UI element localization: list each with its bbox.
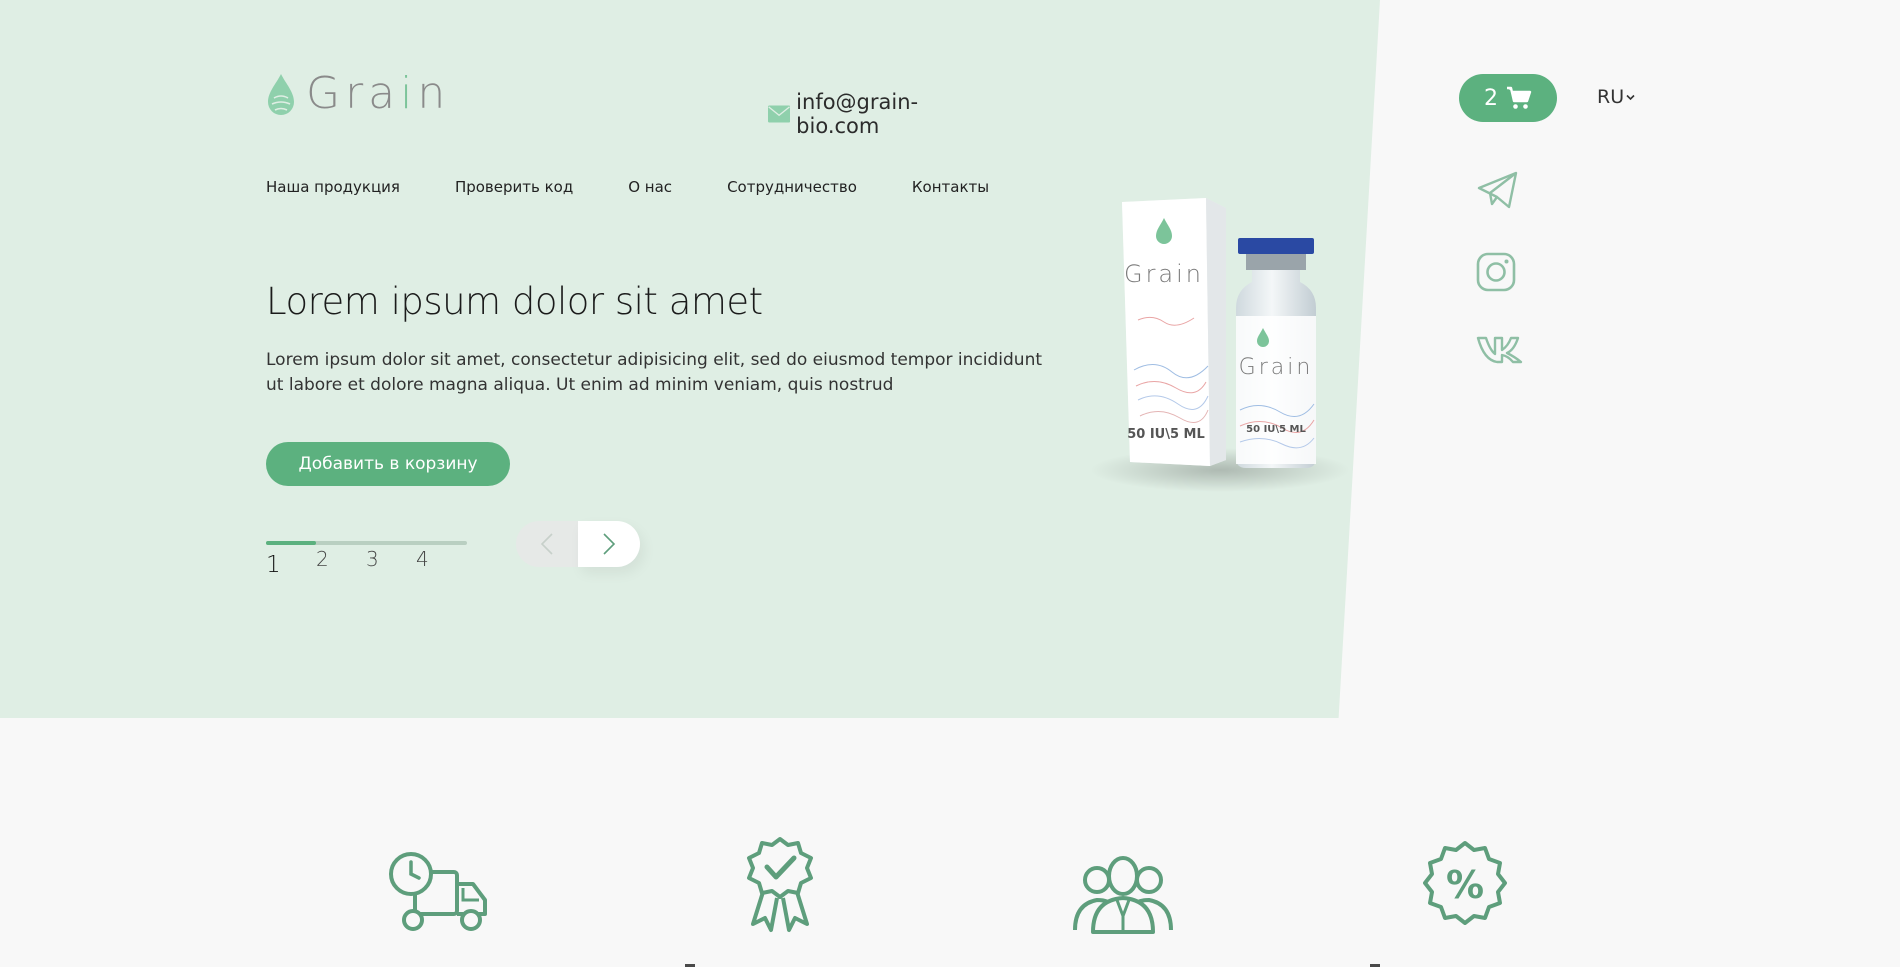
add-to-cart-button[interactable]: Добавить в корзину [266, 442, 510, 486]
feature-delivery [387, 850, 489, 936]
feature-quality [685, 836, 817, 967]
slider-pager: 1 2 3 4 [266, 541, 467, 578]
telegram-icon[interactable] [1476, 170, 1520, 210]
slider-arrows [516, 521, 640, 567]
vial-dosage-label: 50 IU\5 ML [1246, 424, 1306, 435]
nav-item-check-code[interactable]: Проверить код [455, 178, 573, 196]
email-link[interactable]: info@grain-bio.com [768, 90, 930, 138]
cart-button[interactable]: 2 [1459, 74, 1557, 122]
language-selector[interactable]: RU [1597, 86, 1635, 108]
vial-brand-label: Grain [1239, 355, 1314, 380]
product-box: Grain 50 IU\5 ML [1122, 198, 1226, 466]
box-brand-label: Grain [1124, 260, 1204, 288]
nav-item-cooperation[interactable]: Сотрудничество [727, 178, 857, 196]
feature-team [1071, 854, 1175, 938]
feature-discount: % [1370, 840, 1512, 967]
cart-count: 2 [1484, 85, 1498, 111]
header: Grain info@grain-bio.com [266, 72, 918, 138]
chevron-left-icon [540, 533, 553, 555]
pager-numbers: 1 2 3 4 [266, 545, 467, 578]
drop-logo-icon [268, 74, 294, 115]
pager-number-1[interactable]: 1 [266, 552, 281, 578]
quality-badge-icon [747, 837, 813, 932]
chevron-right-icon [603, 533, 616, 555]
nav-item-products[interactable]: Наша продукция [266, 178, 400, 196]
pager-number-4[interactable]: 4 [416, 547, 429, 571]
main-nav: Наша продукция Проверить код О нас Сотру… [266, 178, 989, 196]
logo[interactable]: Grain [266, 72, 450, 116]
nav-item-contacts[interactable]: Контакты [912, 178, 989, 196]
email-text: info@grain-bio.com [796, 90, 919, 138]
svg-text:%: % [1446, 863, 1484, 907]
hero-description: Lorem ipsum dolor sit amet, consectetur … [266, 350, 1043, 395]
box-dosage-label: 50 IU\5 ML [1127, 427, 1205, 442]
instagram-icon[interactable] [1476, 252, 1516, 292]
envelope-icon [768, 105, 791, 123]
team-icon [1073, 856, 1173, 934]
product-image: Grain 50 IU\5 ML Grain 50 IU\5 ML [1090, 198, 1350, 492]
delivery-truck-icon [389, 852, 487, 931]
slider-prev-button[interactable] [516, 521, 578, 567]
hero-title: Lorem ipsum dolor sit amet [266, 280, 763, 323]
shopping-cart-icon [1507, 86, 1532, 109]
language-label: RU [1597, 86, 1625, 108]
product-vial: Grain 50 IU\5 ML [1236, 238, 1316, 468]
vk-icon[interactable] [1476, 334, 1524, 364]
pager-number-2[interactable]: 2 [316, 547, 329, 571]
nav-item-about[interactable]: О нас [628, 178, 672, 196]
discount-icon: % [1423, 841, 1507, 925]
pager-number-3[interactable]: 3 [366, 547, 379, 571]
logo-text: Grain [306, 68, 451, 119]
slider-next-button[interactable] [578, 521, 640, 567]
chevron-down-icon [1626, 94, 1635, 100]
